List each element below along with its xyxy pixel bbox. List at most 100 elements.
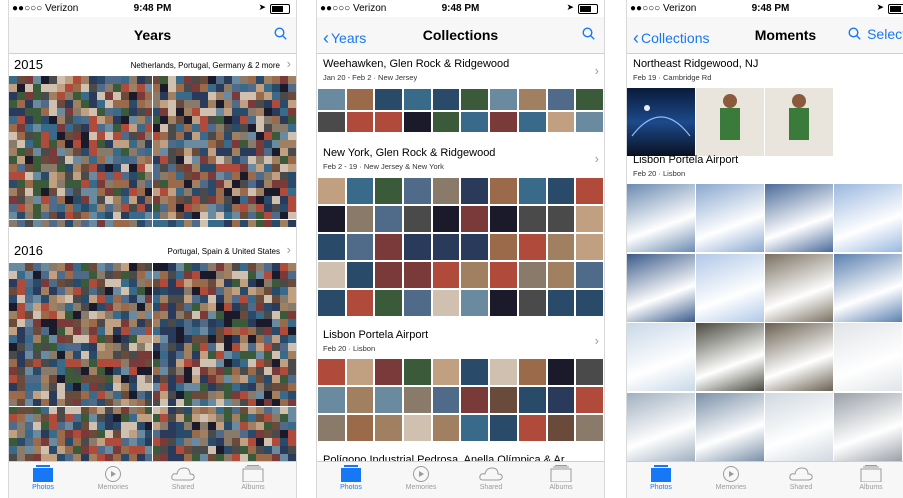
tab-photos[interactable]: Photos <box>631 465 691 491</box>
photo-thumb[interactable] <box>546 261 576 289</box>
photo-thumb[interactable] <box>345 205 375 233</box>
photo-thumb[interactable] <box>575 233 604 261</box>
photo-thumb[interactable] <box>627 88 695 156</box>
photo-thumb[interactable] <box>374 386 404 414</box>
photo-thumb[interactable] <box>374 177 404 205</box>
photo-thumb[interactable] <box>345 414 375 442</box>
photo-thumb[interactable] <box>403 414 432 442</box>
photo-thumb[interactable] <box>489 289 518 317</box>
collection-header[interactable]: Lisbon Portela Airport Feb 20 · Lisbon › <box>317 324 604 358</box>
photo-thumb[interactable] <box>696 184 764 252</box>
tab-albums[interactable]: Albums <box>531 465 591 491</box>
photo-thumb[interactable] <box>575 88 604 111</box>
photo-thumb[interactable] <box>374 110 404 133</box>
search-button[interactable] <box>848 26 861 42</box>
photo-thumb[interactable] <box>317 177 346 205</box>
photo-thumb[interactable] <box>489 205 518 233</box>
photo-thumb[interactable] <box>460 386 490 414</box>
photo-thumb[interactable] <box>765 88 833 156</box>
photo-thumb[interactable] <box>403 205 432 233</box>
photo-thumb[interactable] <box>317 205 346 233</box>
photo-thumb[interactable] <box>765 184 833 252</box>
photo-thumb[interactable] <box>765 392 833 461</box>
photo-thumb[interactable] <box>627 253 695 322</box>
photo-thumb[interactable] <box>345 261 375 289</box>
photo-thumb[interactable] <box>517 205 547 233</box>
photo-thumb[interactable] <box>431 289 461 317</box>
photo-thumb[interactable] <box>489 358 518 386</box>
photo-thumb[interactable] <box>489 233 518 261</box>
photo-thumb[interactable] <box>834 392 902 461</box>
photo-thumb[interactable] <box>431 88 461 111</box>
photo-thumb[interactable] <box>374 233 404 261</box>
photo-thumb[interactable] <box>517 88 547 111</box>
photo-thumb[interactable] <box>403 386 432 414</box>
photo-thumb[interactable] <box>460 233 490 261</box>
photo-thumb[interactable] <box>489 177 518 205</box>
photo-thumb[interactable] <box>431 414 461 442</box>
photo-thumb[interactable] <box>460 289 490 317</box>
photo-thumb[interactable] <box>696 392 764 461</box>
tab-memories[interactable]: Memories <box>701 465 761 491</box>
photo-thumb[interactable] <box>403 233 432 261</box>
photo-thumb[interactable] <box>460 88 490 111</box>
photo-thumb[interactable] <box>834 323 902 391</box>
photo-thumb[interactable] <box>317 414 346 442</box>
photo-thumb[interactable] <box>345 358 375 386</box>
moment-header[interactable]: Northeast Ridgewood, NJ Feb 19 · Cambrid… <box>627 54 903 88</box>
photo-thumb[interactable] <box>575 261 604 289</box>
photo-thumb[interactable] <box>517 289 547 317</box>
photo-thumb[interactable] <box>403 289 432 317</box>
photo-thumb[interactable] <box>489 88 518 111</box>
photo-thumb[interactable] <box>575 386 604 414</box>
photo-thumb[interactable] <box>431 233 461 261</box>
photo-thumb[interactable] <box>489 414 518 442</box>
photo-thumb[interactable] <box>834 184 902 252</box>
tab-shared[interactable]: Shared <box>771 465 831 491</box>
photo-thumb[interactable] <box>317 289 346 317</box>
photo-thumb[interactable] <box>696 88 764 156</box>
photo-thumb[interactable] <box>345 289 375 317</box>
photo-thumb[interactable] <box>489 261 518 289</box>
photo-thumb[interactable] <box>575 205 604 233</box>
photo-thumb[interactable] <box>834 253 902 322</box>
photo-thumb[interactable] <box>575 414 604 442</box>
tab-photos[interactable]: Photos <box>13 465 73 491</box>
photo-thumb[interactable] <box>317 358 346 386</box>
photo-thumb[interactable] <box>317 110 346 133</box>
photo-thumb[interactable] <box>403 110 432 133</box>
year-section-2015[interactable]: 2015 Netherlands, Portugal, Germany & 2 … <box>9 54 296 76</box>
select-button[interactable]: Select <box>867 26 903 42</box>
photo-thumb[interactable] <box>317 88 346 111</box>
photo-thumb[interactable] <box>345 386 375 414</box>
photo-thumb[interactable] <box>517 110 547 133</box>
photo-thumb[interactable] <box>403 358 432 386</box>
collection-header[interactable]: Weehawken, Glen Rock & Ridgewood Jan 20 … <box>317 54 604 88</box>
photo-thumb[interactable] <box>696 253 764 322</box>
photo-thumb[interactable] <box>460 205 490 233</box>
photo-thumb[interactable] <box>374 358 404 386</box>
photo-thumb[interactable] <box>460 414 490 442</box>
photo-thumb[interactable] <box>546 414 576 442</box>
tab-photos[interactable]: Photos <box>321 465 381 491</box>
photo-thumb[interactable] <box>317 386 346 414</box>
year-section-2016[interactable]: 2016 Portugal, Spain & United States › <box>9 240 296 262</box>
photo-thumb[interactable] <box>317 233 346 261</box>
photo-thumb[interactable] <box>489 386 518 414</box>
year-mosaic-2015[interactable] <box>9 76 296 231</box>
collection-thumbs[interactable] <box>317 88 604 133</box>
photo-thumb[interactable] <box>403 261 432 289</box>
year-mosaic-2016[interactable] <box>9 263 296 463</box>
tab-memories[interactable]: Memories <box>83 465 143 491</box>
photo-thumb[interactable] <box>575 110 604 133</box>
photo-thumb[interactable] <box>627 323 695 391</box>
photo-thumb[interactable] <box>374 414 404 442</box>
tab-shared[interactable]: Shared <box>153 465 213 491</box>
photo-thumb[interactable] <box>546 233 576 261</box>
photo-thumb[interactable] <box>345 233 375 261</box>
photo-thumb[interactable] <box>431 205 461 233</box>
photo-thumb[interactable] <box>431 177 461 205</box>
photo-thumb[interactable] <box>403 177 432 205</box>
photo-thumb[interactable] <box>546 177 576 205</box>
photo-thumb[interactable] <box>317 261 346 289</box>
